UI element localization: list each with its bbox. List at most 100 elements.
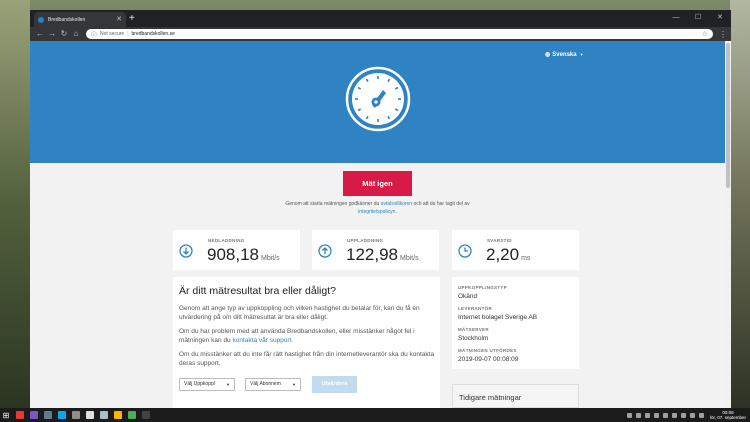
close-window-button[interactable]: ✕ bbox=[709, 10, 731, 25]
windows-start-icon[interactable]: ⊞ bbox=[0, 411, 12, 420]
scrollbar-thumb[interactable] bbox=[726, 43, 730, 188]
tab-title: Bredbandskollen bbox=[48, 16, 86, 23]
result-quality-card: Är ditt mätresultat bra eller dåligt? Ge… bbox=[173, 277, 440, 408]
support-end: . bbox=[291, 337, 294, 344]
steam-icon[interactable] bbox=[44, 411, 52, 419]
app-red-icon[interactable] bbox=[16, 411, 24, 419]
latency-card: SVARSTID 2,20 ms bbox=[452, 230, 579, 270]
reload-icon[interactable]: ↻ bbox=[58, 27, 70, 41]
connection-type-select[interactable]: Välj Uppkoppl ▼ bbox=[179, 378, 235, 391]
terms-link[interactable]: avtalsvillkoren bbox=[381, 201, 412, 207]
legal-before: Genom att starta mätningen godkänner du bbox=[285, 201, 380, 207]
app-grey-icon[interactable] bbox=[72, 411, 80, 419]
evaluate-button[interactable]: Utvärdera bbox=[312, 376, 357, 393]
taskbar-apps bbox=[16, 411, 156, 419]
home-icon[interactable]: ⌂ bbox=[70, 27, 82, 41]
tab-strip: Bredbandskollen ✕ + — ☐ ✕ bbox=[30, 10, 731, 27]
minimize-button[interactable]: — bbox=[665, 10, 687, 25]
speedometer-icon bbox=[345, 66, 411, 132]
clock-date: lör, 07. september bbox=[709, 415, 746, 420]
hero-banner: ◍ Svenska ▼ bbox=[30, 41, 725, 163]
quality-paragraph-2: Om du har problem med att använda Bredba… bbox=[179, 327, 437, 345]
subscription-select[interactable]: Välj Abonnem ▼ bbox=[245, 378, 301, 391]
info-icon[interactable]: ⓘ bbox=[91, 30, 97, 39]
app-white-icon[interactable] bbox=[86, 411, 94, 419]
download-card: NEDLADDNING 908,18 Mbit/s bbox=[173, 230, 300, 270]
connection-type-value: Välj Uppkoppl bbox=[184, 381, 215, 387]
tray-icon-7[interactable] bbox=[680, 412, 686, 418]
support-text: Om du har problem med att använda Bredba… bbox=[179, 328, 415, 344]
legal-end: . bbox=[395, 209, 397, 215]
quality-title: Är ditt mätresultat bra eller dåligt? bbox=[179, 285, 336, 297]
quality-paragraph-1: Genom att ange typ av uppkoppling och vi… bbox=[179, 305, 420, 321]
favicon-icon bbox=[38, 16, 44, 23]
omnibox-separator: | bbox=[127, 31, 129, 37]
browser-menu-icon[interactable]: ⋮ bbox=[719, 30, 727, 39]
latency-number: 2,20 bbox=[486, 245, 520, 264]
maximize-button[interactable]: ☐ bbox=[687, 10, 709, 25]
back-arrow-icon[interactable]: ← bbox=[34, 27, 46, 41]
upload-unit: Mbit/s bbox=[400, 255, 419, 262]
measure-again-button[interactable]: Mät igen bbox=[343, 171, 412, 196]
tray-icon-3[interactable] bbox=[644, 412, 650, 418]
taskbar-clock[interactable]: 00:08 lör, 07. september bbox=[710, 410, 746, 420]
cta-area: Mät igen Genom att starta mätningen godk… bbox=[30, 163, 725, 235]
upload-label: UPPLADDNING bbox=[347, 238, 384, 243]
upload-card: UPPLADDNING 122,98 Mbit/s bbox=[312, 230, 439, 270]
folder-icon[interactable] bbox=[114, 411, 122, 419]
language-selector[interactable]: ◍ Svenska ▼ bbox=[545, 51, 584, 59]
forward-arrow-icon[interactable]: → bbox=[46, 27, 58, 41]
chrome-icon[interactable] bbox=[128, 411, 136, 419]
connection-info-card: UPPKOPPLINGSTYP Okänd LEVERANTÖR Interne… bbox=[452, 277, 579, 369]
app-light-icon[interactable] bbox=[100, 411, 108, 419]
info-label-server: MÄTSERVER bbox=[458, 327, 489, 332]
subscription-value: Välj Abonnem bbox=[250, 381, 281, 387]
info-value-connection-type: Okänd bbox=[458, 293, 478, 300]
quality-paragraph-3: Om du misstänker att du inte får rätt ha… bbox=[179, 351, 435, 367]
page-scrollbar[interactable] bbox=[725, 41, 731, 408]
url-text: bredbandskollen.se bbox=[131, 31, 175, 37]
info-label-provider: LEVERANTÖR bbox=[458, 306, 493, 311]
legal-text: Genom att starta mätningen godkänner du … bbox=[270, 200, 485, 216]
language-label: Svenska bbox=[552, 51, 577, 58]
upload-arrow-icon bbox=[318, 244, 332, 258]
wallpaper-right-strip bbox=[730, 0, 750, 408]
select-caret-icon: ▼ bbox=[226, 382, 230, 387]
tab-close-icon[interactable]: ✕ bbox=[116, 16, 122, 23]
window-controls: — ☐ ✕ bbox=[665, 10, 731, 25]
download-unit: Mbit/s bbox=[261, 255, 280, 262]
download-label: NEDLADDNING bbox=[208, 238, 245, 243]
tray-icon-6[interactable] bbox=[671, 412, 677, 418]
browser-window: Bredbandskollen ✕ + — ☐ ✕ ← → ↻ ⌂ ⓘ Not … bbox=[30, 10, 731, 408]
volume-icon[interactable] bbox=[698, 412, 704, 418]
page-viewport: ◍ Svenska ▼ Mät igen Genom att starta mä… bbox=[30, 41, 731, 408]
address-bar[interactable]: ⓘ Not secure | bredbandskollen.se ☆ bbox=[86, 29, 713, 39]
security-status: Not secure bbox=[100, 31, 125, 37]
bookmark-star-icon[interactable]: ☆ bbox=[702, 30, 708, 38]
support-link[interactable]: kontakta vår support bbox=[233, 337, 292, 344]
tray-icon-1[interactable] bbox=[626, 412, 632, 418]
tray-icon-5[interactable] bbox=[662, 412, 668, 418]
clock-icon bbox=[458, 244, 472, 258]
new-tab-button[interactable]: + bbox=[129, 12, 135, 25]
info-label-measured-at: MÄTNINGEN UTFÖRDES bbox=[458, 348, 517, 353]
app-blue-icon[interactable] bbox=[58, 411, 66, 419]
download-arrow-icon bbox=[179, 244, 193, 258]
system-tray: 00:08 lör, 07. september bbox=[623, 410, 746, 420]
info-value-provider: Internet bolaget Sverige AB bbox=[458, 314, 538, 321]
wallpaper-left-strip bbox=[0, 0, 30, 408]
browser-toolbar: ← → ↻ ⌂ ⓘ Not secure | bredbandskollen.s… bbox=[30, 27, 731, 41]
globe-icon: ◍ bbox=[545, 52, 551, 58]
tray-icon-2[interactable] bbox=[635, 412, 641, 418]
taskbar: ⊞ 00:08 lör, 07. september bbox=[0, 408, 750, 422]
info-value-measured-at: 2019-09-07 00:08:09 bbox=[458, 356, 519, 363]
upload-number: 122,98 bbox=[346, 245, 398, 264]
tray-icon-4[interactable] bbox=[653, 412, 659, 418]
privacy-link[interactable]: integritetspolicyn bbox=[358, 209, 395, 215]
app-dark-icon[interactable] bbox=[142, 411, 150, 419]
previous-measurements-panel[interactable]: Tidigare mätningar bbox=[452, 384, 579, 408]
app-purple-icon[interactable] bbox=[30, 411, 38, 419]
info-value-server: Stockholm bbox=[458, 335, 489, 342]
network-icon[interactable] bbox=[689, 412, 695, 418]
tab-bredbandskollen[interactable]: Bredbandskollen ✕ bbox=[34, 12, 126, 27]
